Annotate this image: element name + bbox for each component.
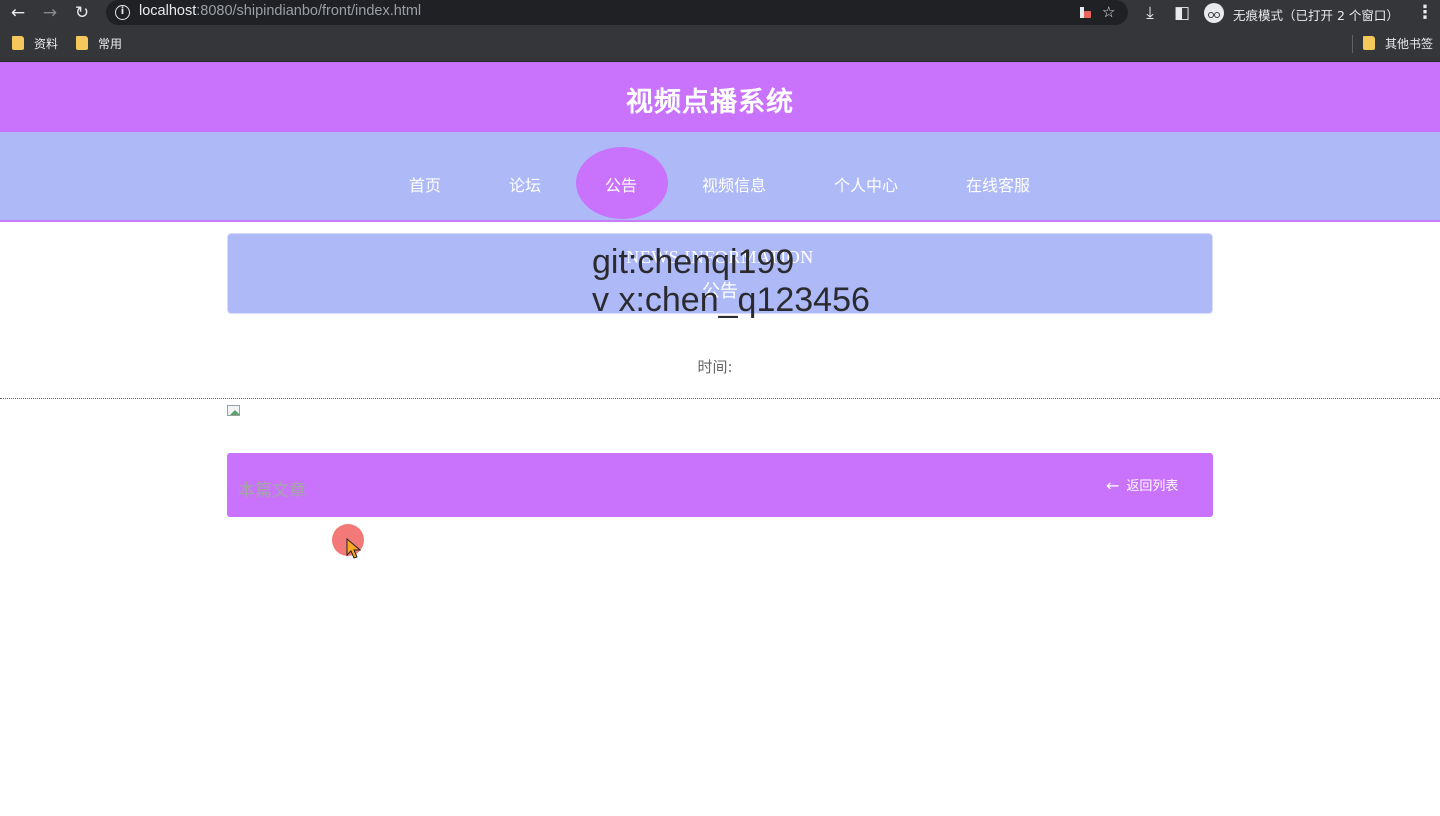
contact-watermark: git:chenqi199 v x:chen_q123456 — [592, 243, 870, 319]
arrow-left-icon: ← — [1106, 476, 1120, 495]
publish-time: 时间: — [697, 358, 733, 376]
nav-item-announcement[interactable]: 公告 — [605, 172, 637, 196]
this-article-label: 本篇文章 — [238, 481, 306, 501]
mouse-pointer-icon — [346, 538, 362, 559]
url-text[interactable]: localhost:8080/shipindianbo/front/index.… — [139, 3, 421, 19]
address-bar[interactable]: i localhost:8080/shipindianbo/front/inde… — [106, 0, 1128, 25]
nav-item-online-service[interactable]: 在线客服 — [966, 172, 1030, 196]
bookmark-folder-ziliao[interactable]: 资料 — [12, 36, 58, 52]
incognito-label: 无痕模式（已打开 2 个窗口） — [1233, 8, 1399, 23]
audio-muted-badge-icon — [1084, 11, 1091, 18]
bookmark-label: 资料 — [34, 37, 59, 51]
side-panel-icon[interactable]: ◧ — [1170, 1, 1194, 25]
url-host: localhost — [139, 3, 197, 19]
star-bookmark-icon[interactable]: ☆ — [1102, 3, 1115, 22]
bookmark-folder-changyong[interactable]: 常用 — [76, 36, 122, 52]
content-divider — [0, 398, 1440, 399]
article-action-bar — [227, 453, 1213, 517]
folder-icon — [76, 36, 88, 50]
bookmarks-divider — [1352, 35, 1353, 53]
other-bookmarks-folder[interactable]: 其他书签 — [1363, 36, 1433, 52]
reload-icon[interactable]: ↻ — [70, 1, 94, 25]
download-icon[interactable]: ⤓ — [1138, 1, 1162, 25]
watermark-line-git: git:chenqi199 — [592, 243, 795, 281]
info-icon[interactable]: i — [115, 5, 130, 20]
nav-item-home[interactable]: 首页 — [409, 172, 441, 196]
forward-arrow-icon[interactable]: → — [38, 1, 62, 25]
bookmarks-bar: 资料 常用 其他书签 — [0, 26, 1440, 62]
nav-item-personal-center[interactable]: 个人中心 — [834, 172, 898, 196]
back-arrow-icon[interactable]: ← — [6, 1, 30, 25]
back-to-list-label: 返回列表 — [1126, 479, 1179, 494]
incognito-indicator[interactable]: 无痕模式（已打开 2 个窗口） — [1202, 1, 1402, 25]
nav-item-forum[interactable]: 论坛 — [509, 172, 541, 196]
folder-icon — [12, 36, 24, 50]
bookmark-label: 其他书签 — [1385, 37, 1434, 51]
watermark-line-wx: v x:chen_q123456 — [592, 281, 870, 319]
back-to-list-button[interactable]: ← 返回列表 — [1106, 476, 1178, 496]
broken-image-icon — [227, 405, 244, 420]
nav-item-video-info[interactable]: 视频信息 — [702, 172, 766, 196]
url-path: :8080/shipindianbo/front/index.html — [196, 3, 422, 19]
bookmark-label: 常用 — [98, 37, 123, 51]
browser-menu-icon[interactable]: ⋮ — [1416, 1, 1434, 25]
folder-icon — [1363, 36, 1375, 50]
site-title: 视频点播系统 — [626, 87, 794, 118]
incognito-icon — [1204, 3, 1224, 23]
browser-toolbar: ← → ↻ i localhost:8080/shipindianbo/fron… — [0, 0, 1440, 26]
